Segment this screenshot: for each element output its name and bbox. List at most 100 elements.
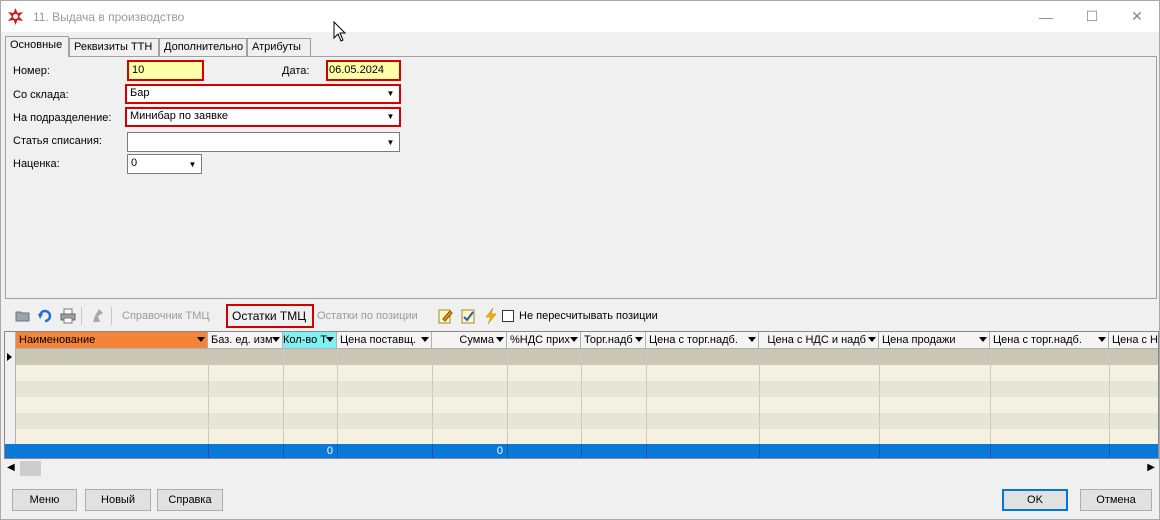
scroll-right-icon[interactable]: ▶ bbox=[1147, 462, 1155, 473]
col-header-vat[interactable]: %НДС прих bbox=[507, 332, 581, 349]
mouse-cursor-icon bbox=[333, 21, 347, 42]
chevron-down-icon[interactable]: ▼ bbox=[384, 136, 397, 149]
column-divider bbox=[581, 444, 582, 458]
column-divider bbox=[759, 349, 760, 458]
column-divider bbox=[646, 349, 647, 458]
col-header-price-with-markup-2[interactable]: Цена с торг.надб. bbox=[990, 332, 1109, 349]
markup-label: Наценка: bbox=[13, 158, 60, 170]
chevron-down-icon[interactable]: ▼ bbox=[186, 158, 199, 171]
column-divider bbox=[283, 349, 284, 458]
scroll-left-icon[interactable]: ◀ bbox=[7, 462, 15, 473]
markup-combo[interactable]: 0 ▼ bbox=[127, 154, 202, 174]
stock-button[interactable]: Остатки ТМЦ bbox=[232, 309, 306, 323]
title-bar: 11. Выдача в производство — ☐ ✕ bbox=[1, 1, 1159, 32]
warehouse-label: Со склада: bbox=[13, 89, 69, 101]
col-header-sale-price[interactable]: Цена продажи bbox=[879, 332, 990, 349]
maximize-button[interactable]: ☐ bbox=[1069, 1, 1115, 32]
table-row[interactable] bbox=[16, 365, 1158, 381]
window-title: 11. Выдача в производство bbox=[33, 10, 185, 24]
table-row[interactable] bbox=[16, 349, 1158, 365]
main-window: 11. Выдача в производство — ☐ ✕ Основные… bbox=[0, 0, 1160, 520]
stock-by-position-button[interactable]: Остатки по позиции bbox=[317, 310, 418, 322]
number-label: Номер: bbox=[13, 65, 50, 77]
writeoff-combo[interactable]: ▼ bbox=[127, 132, 400, 152]
chevron-down-icon[interactable]: ▼ bbox=[384, 87, 397, 100]
check-document-icon[interactable] bbox=[460, 308, 476, 324]
col-header-price-vat[interactable]: Цена с НД bbox=[1109, 332, 1158, 349]
refresh-icon[interactable] bbox=[37, 308, 53, 324]
column-divider bbox=[1109, 444, 1110, 458]
col-header-price-vat-markup[interactable]: Цена с НДС и надб bbox=[759, 332, 879, 349]
table-row[interactable] bbox=[16, 397, 1158, 413]
col-header-supplier-price[interactable]: Цена поставщ. bbox=[337, 332, 432, 349]
col-header-unit[interactable]: Баз. ед. изм bbox=[208, 332, 283, 349]
tab-main[interactable]: Основные bbox=[5, 36, 69, 57]
horizontal-scrollbar[interactable]: ◀ ▶ bbox=[4, 460, 1159, 477]
totals-row: 0 0 bbox=[5, 444, 1158, 458]
sum-total: 0 bbox=[496, 445, 503, 457]
col-header-sum[interactable]: Сумма bbox=[432, 332, 507, 349]
menu-button[interactable]: Меню bbox=[12, 489, 77, 511]
department-combo[interactable]: Минибар по заявке ▼ bbox=[127, 109, 399, 125]
minimize-button[interactable]: — bbox=[1023, 1, 1069, 32]
no-recalc-checkbox[interactable] bbox=[502, 310, 514, 322]
col-header-price-with-markup[interactable]: Цена с торг.надб. bbox=[646, 332, 759, 349]
date-label: Дата: bbox=[282, 65, 310, 77]
tab-attributes[interactable]: Атрибуты bbox=[247, 38, 311, 56]
warehouse-combo[interactable]: Бар ▼ bbox=[127, 86, 399, 102]
column-divider bbox=[507, 349, 508, 458]
column-divider bbox=[337, 349, 338, 458]
stamp-icon[interactable] bbox=[90, 308, 106, 324]
date-field[interactable]: 06.05.2024 bbox=[328, 62, 399, 79]
column-divider bbox=[646, 444, 647, 458]
tab-ttn-details[interactable]: Реквизиты ТТН bbox=[69, 38, 159, 56]
edit-document-icon[interactable] bbox=[437, 308, 453, 324]
column-divider bbox=[1109, 349, 1110, 458]
catalog-button[interactable]: Справочник ТМЦ bbox=[122, 310, 210, 322]
column-divider bbox=[432, 349, 433, 458]
lightning-icon[interactable] bbox=[483, 308, 499, 324]
new-button[interactable]: Новый bbox=[85, 489, 151, 511]
row-indicator-column bbox=[5, 332, 16, 444]
writeoff-label: Статья списания: bbox=[13, 135, 102, 147]
no-recalc-label: Не пересчитывать позиции bbox=[519, 310, 658, 322]
column-divider bbox=[990, 349, 991, 458]
warehouse-value: Бар bbox=[130, 87, 150, 99]
column-divider bbox=[507, 444, 508, 458]
col-header-qty[interactable]: Кол-во Т bbox=[283, 332, 337, 349]
tab-panel-main: Номер: 10 Дата: 06.05.2024 Со склада: Ба… bbox=[5, 56, 1157, 299]
chevron-down-icon[interactable]: ▼ bbox=[384, 110, 397, 123]
table-row[interactable] bbox=[16, 413, 1158, 429]
help-button[interactable]: Справка bbox=[157, 489, 223, 511]
cancel-button[interactable]: Отмена bbox=[1080, 489, 1152, 511]
close-button[interactable]: ✕ bbox=[1114, 1, 1160, 32]
qty-total: 0 bbox=[326, 445, 333, 457]
department-value: Минибар по заявке bbox=[130, 110, 229, 122]
grid-toolbar: Справочник ТМЦ Остатки ТМЦ Остатки по по… bbox=[5, 303, 1157, 329]
column-divider bbox=[759, 444, 760, 458]
current-row-marker-icon bbox=[7, 353, 12, 361]
department-label: На подразделение: bbox=[13, 112, 112, 124]
col-header-trade-markup[interactable]: Торг.надб bbox=[581, 332, 646, 349]
app-star-icon bbox=[8, 8, 23, 25]
tab-additional[interactable]: Дополнительно bbox=[159, 38, 247, 56]
column-divider bbox=[208, 349, 209, 458]
toolbar-separator bbox=[81, 307, 82, 325]
print-icon[interactable] bbox=[60, 308, 76, 324]
column-divider bbox=[879, 349, 880, 458]
scrollbar-thumb[interactable] bbox=[20, 461, 41, 476]
toolbar-separator bbox=[111, 307, 112, 325]
ok-button[interactable]: OK bbox=[1002, 489, 1068, 511]
column-divider bbox=[208, 444, 209, 458]
number-field[interactable]: 10 bbox=[129, 62, 202, 79]
open-folder-icon[interactable] bbox=[15, 308, 31, 324]
column-divider bbox=[581, 349, 582, 458]
table-row[interactable] bbox=[16, 381, 1158, 397]
markup-value: 0 bbox=[131, 157, 138, 169]
items-grid[interactable]: Наименование Баз. ед. изм Кол-во Т Цена … bbox=[4, 331, 1159, 459]
table-row[interactable] bbox=[16, 429, 1158, 445]
column-divider bbox=[879, 444, 880, 458]
column-divider bbox=[337, 444, 338, 458]
col-header-name[interactable]: Наименование bbox=[16, 332, 208, 349]
column-divider bbox=[990, 444, 991, 458]
